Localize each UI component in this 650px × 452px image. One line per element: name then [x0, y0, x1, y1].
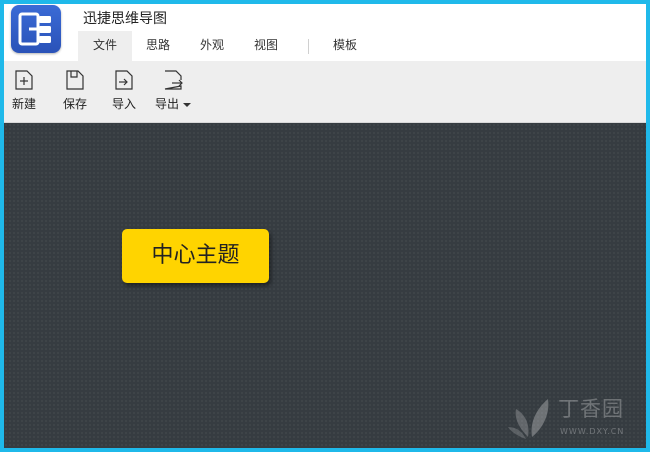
tab-ideas[interactable]: 思路	[136, 31, 180, 61]
new-button[interactable]: 新建	[8, 69, 40, 117]
export-label-text: 导出	[154, 97, 179, 111]
watermark-text: 丁香园	[558, 397, 624, 421]
import-button[interactable]: 导入	[108, 69, 140, 117]
app-title: 迅捷思维导图	[83, 11, 167, 27]
app-window: 迅捷思维导图 文件 思路 外观 视图 模板 新建 保存 导入 导出 中心主题 丁…	[4, 4, 646, 448]
export-label: 导出	[152, 95, 194, 112]
tab-separator	[308, 39, 309, 54]
export-icon	[164, 70, 183, 90]
watermark-leaf-icon	[508, 399, 549, 439]
save-icon	[66, 70, 84, 90]
import-label: 导入	[111, 97, 136, 111]
save-button[interactable]: 保存	[59, 69, 91, 117]
tab-appearance[interactable]: 外观	[190, 31, 234, 61]
title-bar: 迅捷思维导图 文件 思路 外观 视图 模板	[4, 4, 646, 61]
watermark: 丁香园 WWW.DXY.CN	[508, 393, 640, 443]
chevron-down-icon[interactable]	[183, 102, 191, 107]
central-topic-node[interactable]: 中心主题	[122, 229, 269, 283]
watermark-url: WWW.DXY.CN	[560, 427, 625, 436]
tab-templates[interactable]: 模板	[323, 31, 367, 61]
toolbar: 新建 保存 导入 导出	[4, 61, 646, 123]
import-icon	[115, 70, 133, 90]
tab-file[interactable]: 文件	[78, 31, 132, 61]
app-logo-icon	[11, 5, 61, 53]
new-file-icon	[15, 70, 33, 90]
export-button[interactable]: 导出	[152, 69, 194, 117]
tab-view[interactable]: 视图	[244, 31, 288, 61]
save-label: 保存	[62, 97, 87, 111]
mindmap-canvas[interactable]: 中心主题 丁香园 WWW.DXY.CN	[4, 123, 646, 448]
new-label: 新建	[11, 97, 36, 111]
